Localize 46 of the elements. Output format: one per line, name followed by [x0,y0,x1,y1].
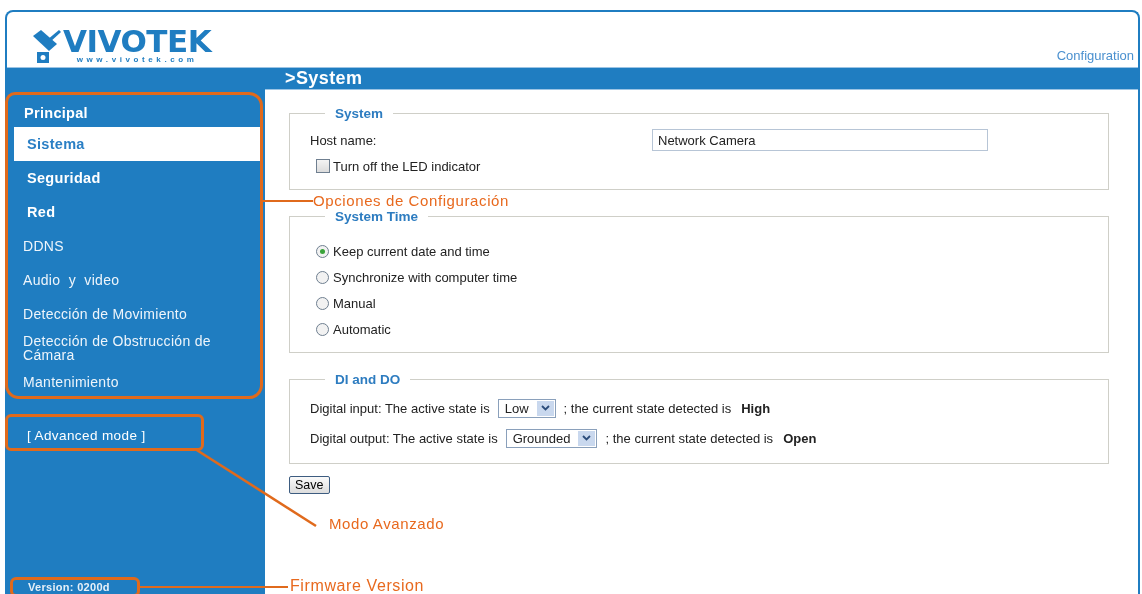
field-label: Host name: [310,132,377,148]
state-value: High [741,400,771,416]
sidebar-item[interactable]: DDNS [14,229,261,263]
state-value: Open [783,430,817,446]
dropdown[interactable]: Grounded [505,428,598,448]
radio-button[interactable] [316,270,329,284]
sidebar-item[interactable]: Audio y video [14,263,261,297]
field-label: ; the current state detected is [563,400,732,416]
camera-logo-icon [31,30,61,64]
sidebar-item[interactable]: Detección de Obstrucción de Cámara [14,331,261,365]
sidebar-heading: Principal [23,103,89,123]
section-title: System Time [334,209,420,224]
section-title: System [334,106,385,121]
host-name-field[interactable]: Network Camera [652,129,988,151]
logo-url: www.vivotek.com [76,55,198,64]
dropdown[interactable]: Low [497,398,556,418]
radio-button[interactable] [316,322,329,336]
sidebar-item[interactable]: Mantenimiento [14,365,261,399]
configuration-link[interactable]: Configuration [1056,48,1134,63]
chevron-down-icon [582,435,592,441]
sidebar-item[interactable]: Red [14,195,261,229]
page-title: >System [285,68,363,89]
field-label: Digital input: The active state is [310,400,490,416]
sidebar-item[interactable]: Seguridad [14,161,261,195]
radio-button[interactable] [316,296,329,310]
version-label: Version: 0200d [28,581,110,594]
sidebar-item[interactable]: Sistema [14,127,261,161]
chevron-down-icon [540,405,550,411]
leader-line [263,200,313,202]
radio-button[interactable] [316,244,329,258]
field-label: ; the current state detected is [605,430,774,446]
checkbox-label: Turn off the LED indicator [333,158,481,174]
annotation-label: Modo Avanzado [329,515,445,532]
checkbox[interactable] [316,159,330,173]
radio-label: Keep current date and time [333,243,490,259]
annotation-label: Opciones de Configuración [313,192,509,209]
sidebar-item[interactable]: Detección de Movimiento [14,297,261,331]
radio-label: Automatic [333,321,391,337]
radio-label: Manual [333,295,376,311]
radio-label: Synchronize with computer time [333,269,518,285]
annotation-label: Firmware Version [290,577,425,594]
advanced-mode-link[interactable]: [ Advanced mode ] [27,421,146,449]
save-button[interactable]: Save [289,476,330,494]
logo-wordmark: VIVOTEK [63,27,212,55]
section-title: DI and DO [334,372,402,387]
field-label: Digital output: The active state is [310,430,498,446]
